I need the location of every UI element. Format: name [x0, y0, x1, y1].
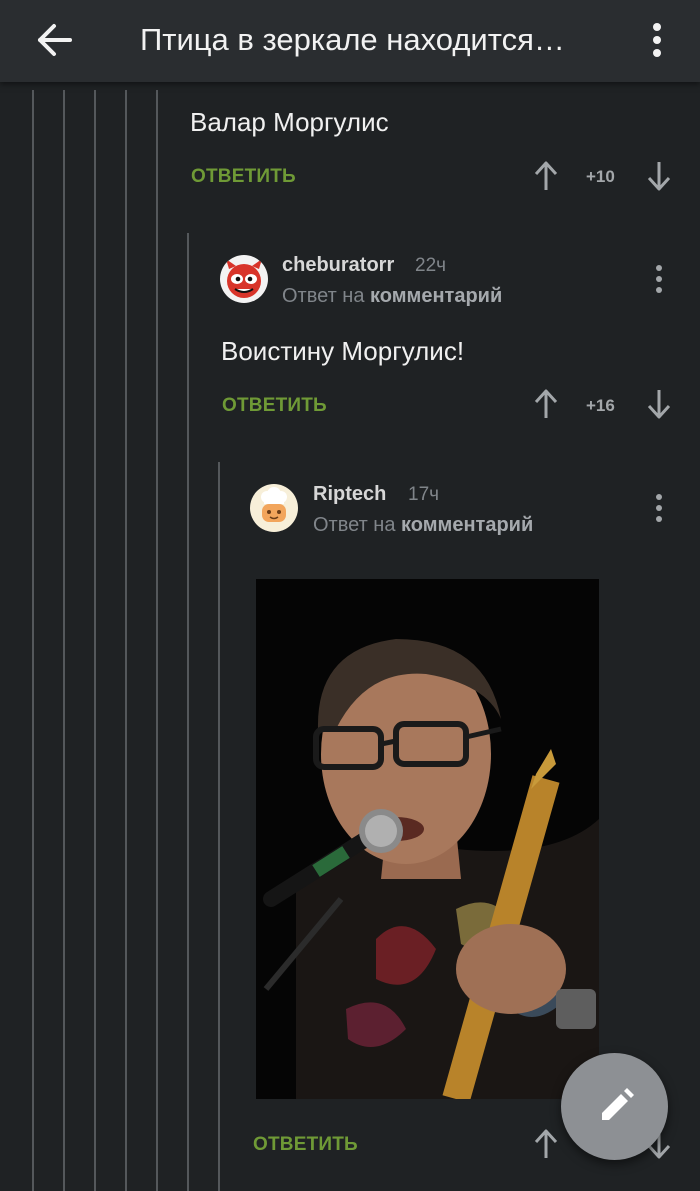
downvote-button[interactable]: [645, 160, 673, 197]
reply-to-link[interactable]: комментарий: [401, 514, 533, 536]
thread-line: [187, 233, 189, 1191]
thread-line: [218, 462, 220, 1191]
more-vertical-icon: [656, 494, 662, 522]
write-comment-fab[interactable]: [561, 1053, 668, 1160]
comment-username[interactable]: cheburatorr: [282, 254, 394, 277]
arrow-down-icon: [647, 162, 671, 191]
reply-to-line: Ответ на комментарий: [313, 514, 533, 537]
upvote-button[interactable]: [532, 160, 560, 197]
reply-button[interactable]: ОТВЕТИТЬ: [253, 1134, 358, 1156]
devil-avatar-icon: [226, 259, 262, 298]
arrow-up-icon: [534, 389, 558, 418]
arrow-down-icon: [647, 390, 671, 419]
comment-score: +10: [586, 167, 615, 186]
singer-photo: [256, 579, 599, 1099]
comment-time: 17ч: [408, 484, 440, 505]
comment-username[interactable]: Riptech: [313, 483, 386, 506]
comment-menu-button[interactable]: [649, 262, 669, 296]
reply-button[interactable]: ОТВЕТИТЬ: [222, 395, 327, 417]
avatar[interactable]: [220, 255, 268, 303]
reply-to-line: Ответ на комментарий: [282, 285, 502, 308]
chef-avatar-icon: [261, 487, 287, 522]
upvote-button[interactable]: [532, 1128, 560, 1165]
thread-line: [125, 90, 127, 1191]
reply-button[interactable]: ОТВЕТИТЬ: [191, 166, 296, 188]
thread-line: [32, 90, 34, 1191]
reply-to-prefix: Ответ на: [313, 514, 396, 536]
comment-score: +16: [586, 396, 615, 415]
downvote-button[interactable]: [645, 388, 673, 425]
more-vertical-icon: [656, 265, 662, 293]
upvote-button[interactable]: [532, 388, 560, 425]
avatar[interactable]: [250, 484, 298, 532]
back-button[interactable]: [28, 18, 78, 62]
overflow-menu-button[interactable]: [640, 18, 674, 62]
comment-time: 22ч: [415, 255, 447, 276]
thread-line: [94, 90, 96, 1191]
top-app-bar: Птица в зеркале находится…: [0, 0, 700, 82]
comment-image[interactable]: [256, 579, 599, 1099]
comment-menu-button[interactable]: [649, 491, 669, 525]
reply-to-link[interactable]: комментарий: [370, 285, 502, 307]
arrow-up-icon: [534, 161, 558, 190]
thread-line: [156, 90, 158, 1191]
reply-to-prefix: Ответ на: [282, 285, 365, 307]
arrow-up-icon: [534, 1129, 558, 1158]
more-vertical-icon: [653, 23, 661, 57]
page-title: Птица в зеркале находится…: [140, 22, 565, 57]
pencil-icon: [602, 1088, 634, 1120]
arrow-left-icon: [38, 24, 72, 56]
comment-text: Валар Моргулис: [190, 107, 389, 137]
thread-line: [63, 90, 65, 1191]
comment-text: Воистину Моргулис!: [221, 336, 465, 366]
